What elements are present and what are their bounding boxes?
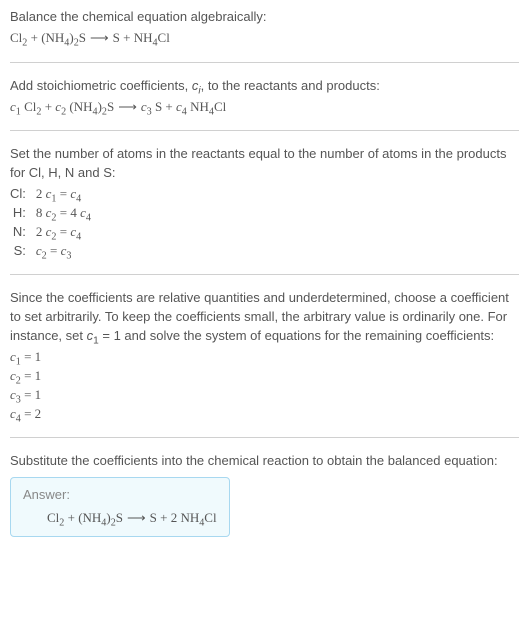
answer-equation: Cl2 + (NH4)2S⟶S + 2 NH4Cl xyxy=(23,509,217,528)
section-answer: Substitute the coefficients into the che… xyxy=(10,452,519,551)
atoms-table: Cl: 2 c1 = c4 H: 8 c2 = 4 c4 N: 2 c2 = c… xyxy=(10,185,97,260)
ci-symbol: ci xyxy=(192,78,201,93)
coef-row: c3 = 1 xyxy=(10,386,519,405)
balance-equation: Cl2 + (NH4)2S⟶S + NH4Cl xyxy=(10,29,519,48)
solve-intro: Since the coefficients are relative quan… xyxy=(10,289,519,346)
atoms-intro: Set the number of atoms in the reactants… xyxy=(10,145,519,183)
element-label: Cl: xyxy=(10,185,36,204)
section-balance: Balance the chemical equation algebraica… xyxy=(10,8,519,63)
table-row: H: 8 c2 = 4 c4 xyxy=(10,204,97,223)
coef-list: c1 = 1 c2 = 1 c3 = 1 c4 = 2 xyxy=(10,348,519,423)
element-label: H: xyxy=(10,204,36,223)
stoich-equation: c1 Cl2 + c2 (NH4)2S⟶c3 S + c4 NH4Cl xyxy=(10,98,519,117)
stoich-intro: Add stoichiometric coefficients, ci, to … xyxy=(10,77,519,96)
coef-row: c1 = 1 xyxy=(10,348,519,367)
table-row: Cl: 2 c1 = c4 xyxy=(10,185,97,204)
answer-label: Answer: xyxy=(23,486,217,505)
section-solve: Since the coefficients are relative quan… xyxy=(10,289,519,438)
section-stoich: Add stoichiometric coefficients, ci, to … xyxy=(10,77,519,132)
element-eq: 8 c2 = 4 c4 xyxy=(36,204,97,223)
stoich-intro-b: , to the reactants and products: xyxy=(201,78,380,93)
element-label: S: xyxy=(10,242,36,261)
table-row: N: 2 c2 = c4 xyxy=(10,223,97,242)
element-label: N: xyxy=(10,223,36,242)
balance-intro: Balance the chemical equation algebraica… xyxy=(10,8,519,27)
coef-row: c2 = 1 xyxy=(10,367,519,386)
element-eq: 2 c2 = c4 xyxy=(36,223,97,242)
answer-box: Answer: Cl2 + (NH4)2S⟶S + 2 NH4Cl xyxy=(10,477,230,537)
stoich-intro-a: Add stoichiometric coefficients, xyxy=(10,78,192,93)
element-eq: c2 = c3 xyxy=(36,242,97,261)
coef-row: c4 = 2 xyxy=(10,405,519,424)
section-atoms: Set the number of atoms in the reactants… xyxy=(10,145,519,275)
element-eq: 2 c1 = c4 xyxy=(36,185,97,204)
answer-intro: Substitute the coefficients into the che… xyxy=(10,452,519,471)
table-row: S: c2 = c3 xyxy=(10,242,97,261)
